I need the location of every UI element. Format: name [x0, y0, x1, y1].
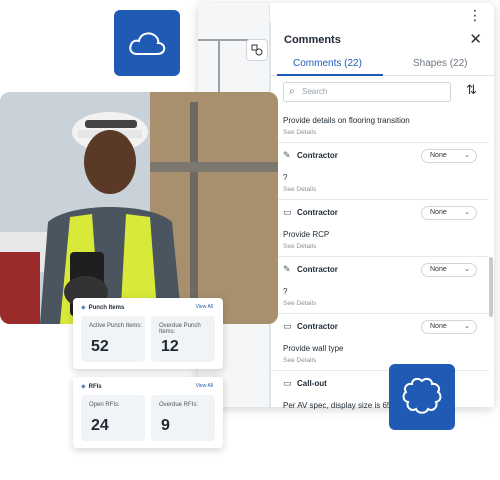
status-select[interactable]: None ⌄: [421, 263, 477, 277]
pencil-icon: ✎: [283, 264, 291, 274]
worker-photo: [0, 92, 278, 324]
comment-icon: ▭: [283, 378, 292, 388]
list-item[interactable]: ▭ Call-out Per AV spec, display size is …: [271, 371, 489, 416]
punch-icon: ◈: [81, 305, 86, 311]
comment-icon: ▭: [283, 321, 292, 331]
comment-icon: ▭: [283, 207, 292, 217]
search-placeholder: Search: [302, 87, 328, 96]
card-header: ◈ RFIs: [81, 383, 102, 390]
comment-author: Call-out: [297, 379, 327, 388]
view-all-link[interactable]: View All: [196, 304, 213, 310]
comment-text: Provide details on flooring transition: [283, 116, 410, 125]
close-icon[interactable]: ✕: [469, 30, 482, 48]
status-select[interactable]: None ⌄: [421, 206, 477, 220]
comment-text: ?: [283, 287, 288, 296]
see-details-link[interactable]: See Details: [283, 300, 477, 307]
search-input[interactable]: ⌕ Search: [283, 82, 451, 102]
rfi-icon: ◈: [81, 384, 86, 390]
comment-author: Contractor: [297, 208, 338, 217]
shapes-tool-button[interactable]: [246, 39, 268, 61]
comment-author: Contractor: [297, 322, 338, 331]
chevron-down-icon: ⌄: [464, 152, 470, 159]
active-tab-indicator: [277, 74, 383, 76]
list-item[interactable]: Provide details on flooring transition S…: [271, 110, 489, 143]
list-item[interactable]: ▭ Contractor None ⌄ Provide wall type See…: [271, 314, 489, 371]
comments-list: Provide details on flooring transition S…: [271, 110, 489, 416]
stat-tile[interactable]: Overdue RFIs: 9: [151, 395, 215, 441]
comment-author: Contractor: [297, 151, 338, 160]
status-value: None: [430, 152, 447, 159]
status-value: None: [430, 209, 447, 216]
sort-icon[interactable]: ⇅: [466, 82, 477, 98]
panel-title: Comments: [284, 34, 341, 46]
comment-text: ?: [283, 173, 288, 182]
revision-cloud-icon: [402, 377, 442, 414]
stat-value: 12: [161, 338, 179, 355]
see-details-link[interactable]: See Details: [283, 243, 477, 250]
chevron-down-icon: ⌄: [464, 209, 470, 216]
panel-tabs: Comments (22) Shapes (22): [271, 54, 495, 76]
stat-tile[interactable]: Active Punch Items: 52: [81, 316, 145, 362]
stat-tile[interactable]: Overdue Punch Items: 12: [151, 316, 215, 362]
pencil-icon: ✎: [283, 150, 291, 160]
punch-items-card: ◈ Punch Items View All Active Punch Items…: [73, 298, 223, 369]
status-value: None: [430, 266, 447, 273]
see-details-link[interactable]: See Details: [283, 186, 477, 193]
comment-text: Provide wall type: [283, 344, 344, 353]
construction-worker-image: [0, 92, 278, 324]
list-item[interactable]: ✎ Contractor None ⌄ ? See Details: [271, 257, 489, 314]
stat-tile[interactable]: Open RFIs: 24: [81, 395, 145, 441]
tab-shapes[interactable]: Shapes (22): [413, 58, 467, 69]
cloud-comment-badge: [389, 364, 455, 430]
see-details-link[interactable]: See Details: [283, 129, 477, 136]
cloud-icon: [129, 32, 166, 55]
comment-text: Provide RCP: [283, 230, 330, 239]
chevron-down-icon: ⌄: [464, 266, 470, 273]
list-item[interactable]: ▭ Contractor None ⌄ Provide RCP See Detai…: [271, 200, 489, 257]
cloud-badge: [114, 10, 180, 76]
stat-value: 9: [161, 417, 170, 434]
chevron-down-icon: ⌄: [464, 323, 470, 330]
stat-label: Overdue RFIs:: [159, 402, 199, 408]
stat-value: 52: [91, 338, 109, 355]
stat-label: Overdue Punch Items:: [159, 323, 201, 335]
stat-label: Open RFIs:: [89, 402, 120, 408]
comment-author: Contractor: [297, 265, 338, 274]
hero-collage: ⋮ Comments ✕ Comments (22) Shapes (22) ⌕…: [0, 0, 500, 480]
card-title: RFIs: [88, 384, 102, 390]
tab-comments[interactable]: Comments (22): [293, 58, 362, 69]
card-title: Punch Items: [88, 305, 125, 311]
list-item[interactable]: ✎ Contractor None ⌄ ? See Details: [271, 143, 489, 200]
view-all-link[interactable]: View All: [196, 383, 213, 389]
stat-value: 24: [91, 417, 109, 434]
search-icon: ⌕: [289, 86, 295, 97]
status-value: None: [430, 323, 447, 330]
comments-panel: Comments ✕ Comments (22) Shapes (22) ⌕ S…: [270, 22, 495, 410]
status-select[interactable]: None ⌄: [421, 320, 477, 334]
shapes-tool-icon: [251, 44, 263, 56]
card-header: ◈ Punch Items: [81, 304, 124, 311]
stat-label: Active Punch Items:: [89, 323, 143, 329]
scrollbar[interactable]: [489, 257, 493, 317]
status-select[interactable]: None ⌄: [421, 149, 477, 163]
rfis-card: ◈ RFIs View All Open RFIs: 24 Overdue RFI…: [73, 377, 223, 448]
see-details-link[interactable]: See Details: [283, 357, 477, 364]
